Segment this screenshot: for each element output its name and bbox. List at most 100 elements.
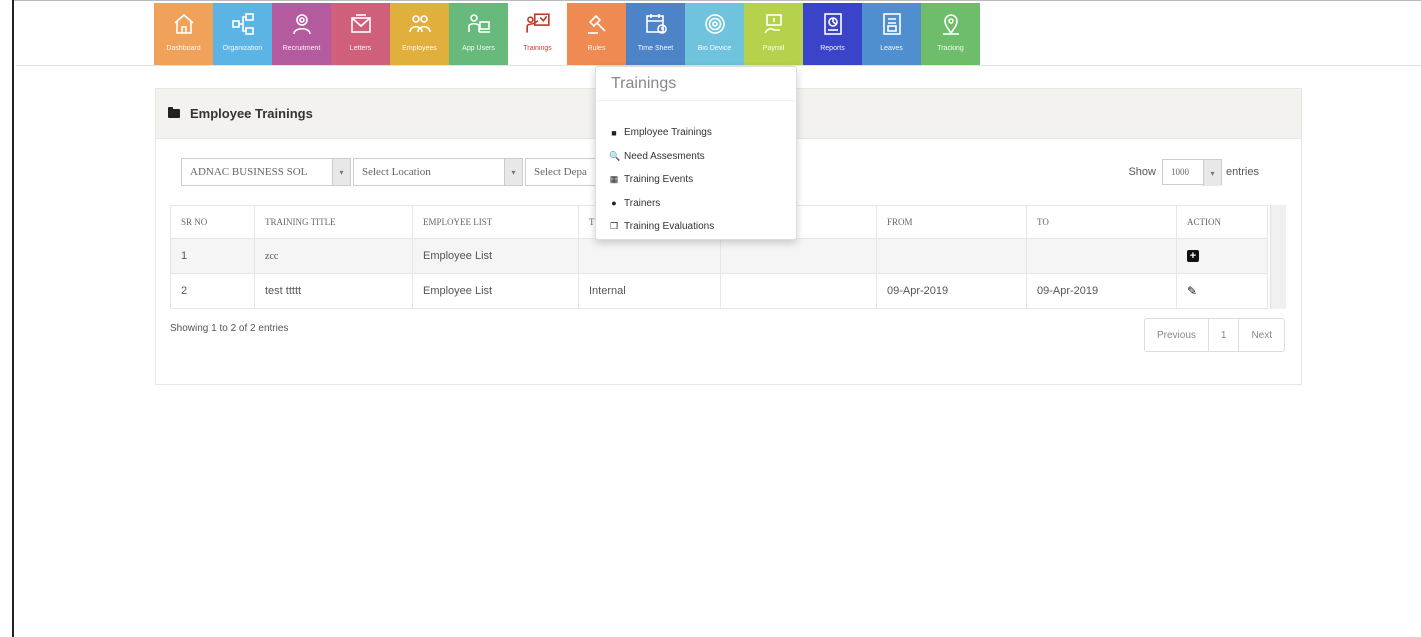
- edit-icon[interactable]: ✎: [1187, 284, 1197, 298]
- nav-tile-app-users[interactable]: App Users: [449, 3, 508, 65]
- recruitment-icon: [289, 11, 315, 37]
- cell-to: 09-Apr-2019: [1026, 273, 1177, 309]
- menu-item-label: Employee Trainings: [624, 127, 712, 139]
- reports-icon: [820, 11, 846, 37]
- show-label: Show: [1128, 166, 1156, 178]
- table-row: 1 zcc Employee List +: [170, 238, 1268, 274]
- nav-tile-label: Payroll: [762, 45, 785, 52]
- entries-label: entries: [1225, 166, 1259, 178]
- nav-tile-tracking[interactable]: Tracking: [921, 3, 980, 65]
- tracking-icon: [938, 11, 964, 37]
- nav-tile-payroll[interactable]: Payroll: [744, 3, 803, 65]
- main-nav: Dashboard Organization Recruitment Lette…: [154, 3, 980, 65]
- company-select-value: ADNAC BUSINESS SOL: [190, 166, 308, 178]
- cell-from: 09-Apr-2019: [876, 273, 1027, 309]
- cell-trainer: [720, 273, 877, 309]
- col-action: ACTION: [1176, 205, 1268, 239]
- cell-sr: 2: [170, 273, 255, 309]
- org-chart-icon: [230, 11, 256, 37]
- cell-sr: 1: [170, 238, 255, 274]
- pagination: Previous 1 Next: [1143, 318, 1285, 352]
- nav-tile-label: Dashboard: [166, 45, 201, 52]
- trainings-icon: [525, 11, 551, 37]
- chevron-down-icon: ▾: [504, 159, 522, 185]
- col-training-title[interactable]: TRAINING TITLE: [254, 205, 413, 239]
- timesheet-icon: [643, 11, 669, 37]
- menu-item-trainers[interactable]: ● Trainers: [596, 192, 796, 216]
- user-icon: ●: [611, 198, 617, 209]
- nav-tile-label: Reports: [820, 45, 845, 52]
- bio-device-icon: [702, 11, 728, 37]
- menu-item-label: Trainers: [624, 197, 661, 209]
- payroll-icon: [761, 11, 787, 37]
- previous-button[interactable]: Previous: [1145, 319, 1209, 351]
- cell-employee-list[interactable]: Employee List: [412, 273, 579, 309]
- cell-title: test ttttt: [254, 273, 413, 309]
- location-select-value: Select Location: [362, 166, 431, 178]
- company-select[interactable]: ADNAC BUSINESS SOL ▾: [181, 158, 351, 186]
- show-entries: Show 1000 ▾ entries: [1128, 159, 1259, 186]
- search-icon: 🔍: [609, 150, 621, 161]
- table-row: 2 test ttttt Employee List Internal 09-A…: [170, 273, 1268, 309]
- col-employee-list[interactable]: EMPLOYEE LIST: [412, 205, 579, 239]
- nav-tile-trainings[interactable]: Trainings: [508, 3, 567, 65]
- nav-tile-label: Rules: [587, 45, 606, 52]
- col-from[interactable]: FROM: [876, 205, 1027, 239]
- table-info: Showing 1 to 2 of 2 entries: [170, 323, 289, 334]
- page-size-select[interactable]: 1000 ▾: [1161, 159, 1222, 186]
- panel-title: Employee Trainings: [190, 106, 313, 121]
- filters: ADNAC BUSINESS SOL ▾ Select Location ▾ S…: [181, 158, 625, 186]
- nav-tile-recruitment[interactable]: Recruitment: [272, 3, 331, 65]
- department-select-value: Select Depa: [534, 166, 587, 178]
- menu-item-employee-trainings[interactable]: ■ Employee Trainings: [596, 121, 796, 145]
- menu-item-label: Training Events: [624, 174, 694, 186]
- nav-tile-dashboard[interactable]: Dashboard: [154, 3, 213, 65]
- page-1-button[interactable]: 1: [1209, 319, 1240, 351]
- col-sr-no[interactable]: SR NO: [170, 205, 255, 239]
- cell-trainer: [720, 238, 877, 274]
- nav-tile-organization[interactable]: Organization: [213, 3, 272, 65]
- window-frame-left: [0, 0, 14, 637]
- nav-tile-label: Trainings: [523, 45, 552, 52]
- chevron-down-icon: ▾: [332, 159, 350, 185]
- nav-tile-employees[interactable]: Employees: [390, 3, 449, 65]
- nav-tile-label: Bio Device: [697, 45, 732, 52]
- menu-item-training-events[interactable]: ▦ Training Events: [596, 168, 796, 192]
- nav-tile-letters[interactable]: Letters: [331, 3, 390, 65]
- letters-icon: [348, 11, 374, 37]
- trainings-dropdown-menu: Trainings ■ Employee Trainings 🔍 Need Asse…: [595, 66, 797, 240]
- cell-from: [876, 238, 1027, 274]
- next-button[interactable]: Next: [1239, 319, 1284, 351]
- dropdown-title: Trainings: [596, 67, 796, 101]
- menu-item-label: Need Assesments: [624, 150, 705, 162]
- chevron-down-icon: ▾: [1202, 160, 1221, 186]
- calendar-icon: ▦: [609, 174, 619, 185]
- nav-tile-label: Organization: [222, 45, 263, 52]
- menu-item-need-assesments[interactable]: 🔍 Need Assesments: [596, 145, 796, 169]
- nav-tile-label: Time Sheet: [637, 45, 674, 52]
- nav-tile-label: Recruitment: [282, 45, 321, 52]
- leaves-icon: [879, 11, 905, 37]
- cell-type: [578, 238, 721, 274]
- col-to[interactable]: TO: [1026, 205, 1177, 239]
- nav-tile-reports[interactable]: Reports: [803, 3, 862, 65]
- home-icon: [171, 11, 197, 37]
- rules-icon: [584, 11, 610, 37]
- folder-icon: [168, 107, 180, 118]
- menu-item-training-evaluations[interactable]: ❐ Training Evaluations: [596, 215, 796, 239]
- cell-action: ✎: [1176, 273, 1268, 309]
- add-icon[interactable]: +: [1187, 250, 1199, 262]
- employees-icon: [407, 11, 433, 37]
- cell-type: Internal: [578, 273, 721, 309]
- location-select[interactable]: Select Location ▾: [353, 158, 523, 186]
- cell-employee-list[interactable]: Employee List: [412, 238, 579, 274]
- nav-tile-timesheet[interactable]: Time Sheet: [626, 3, 685, 65]
- nav-tile-rules[interactable]: Rules: [567, 3, 626, 65]
- menu-item-label: Training Evaluations: [624, 221, 715, 233]
- cell-to: [1026, 238, 1177, 274]
- table-scrollbar[interactable]: [1270, 205, 1286, 309]
- cell-title: zcc: [254, 238, 413, 274]
- nav-tile-label: Employees: [402, 45, 437, 52]
- nav-tile-leaves[interactable]: Leaves: [862, 3, 921, 65]
- nav-tile-bio-device[interactable]: Bio Device: [685, 3, 744, 65]
